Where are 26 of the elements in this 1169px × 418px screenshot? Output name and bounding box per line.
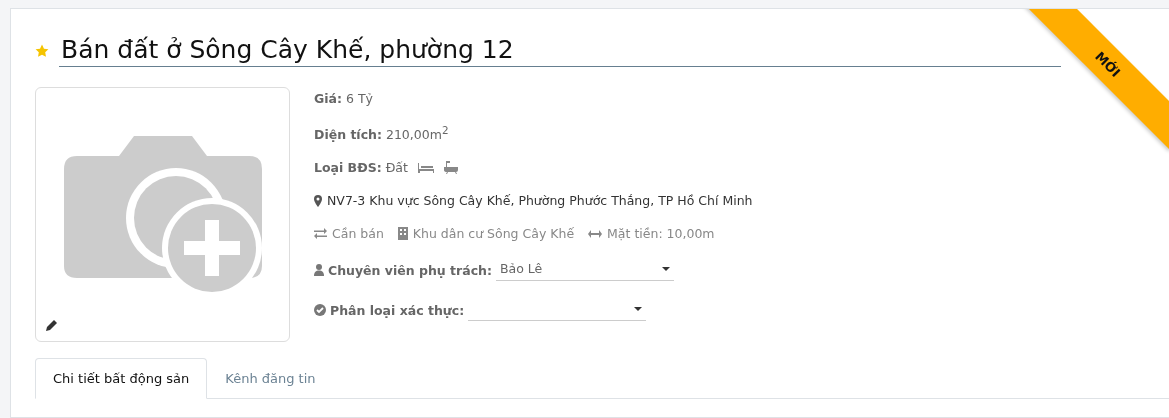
dropdown-field[interactable]: Bảo Lê <box>496 259 674 282</box>
tab[interactable]: Kênh đăng tin <box>207 358 334 399</box>
field-label: Phân loại xác thực: <box>330 302 465 318</box>
caret-icon <box>662 266 670 271</box>
attribute-text: Khu dân cư Sông Cây Khế <box>412 226 575 242</box>
bed-icon <box>417 162 434 173</box>
attribute-text: Cần bán <box>332 226 384 242</box>
user-icon <box>314 264 324 277</box>
address-text: NV7-3 Khu vực Sông Cây Khế, Phường Phước Thắng, TP Hồ Chí Minh <box>327 193 753 209</box>
building-icon <box>397 227 408 241</box>
fact-text: Giá: 6 Tỷ <box>314 91 373 106</box>
title-field[interactable]: Bán đất ở Sông Cây Khế, phường 12 <box>59 35 1061 67</box>
caret-icon <box>634 306 643 311</box>
width-arrows-icon <box>588 229 603 238</box>
fact-text: Loại BĐS: Đất <box>314 160 408 176</box>
star-icon[interactable] <box>35 44 49 58</box>
check-circle-icon <box>314 304 326 317</box>
pencil-icon[interactable] <box>46 319 58 331</box>
camera-placeholder-icon <box>63 135 262 294</box>
tab[interactable]: Chi tiết bất động sản <box>35 358 208 399</box>
attribute-text: Mặt tiền: 10,00m <box>607 226 715 242</box>
bathtub-icon <box>443 161 458 175</box>
field-label: Chuyên viên phụ trách: <box>328 262 492 278</box>
exchange-icon <box>314 228 327 240</box>
fact-text: Diện tích: 210,00m$^{2}$ <box>314 124 449 143</box>
map-pin-icon <box>314 194 322 207</box>
